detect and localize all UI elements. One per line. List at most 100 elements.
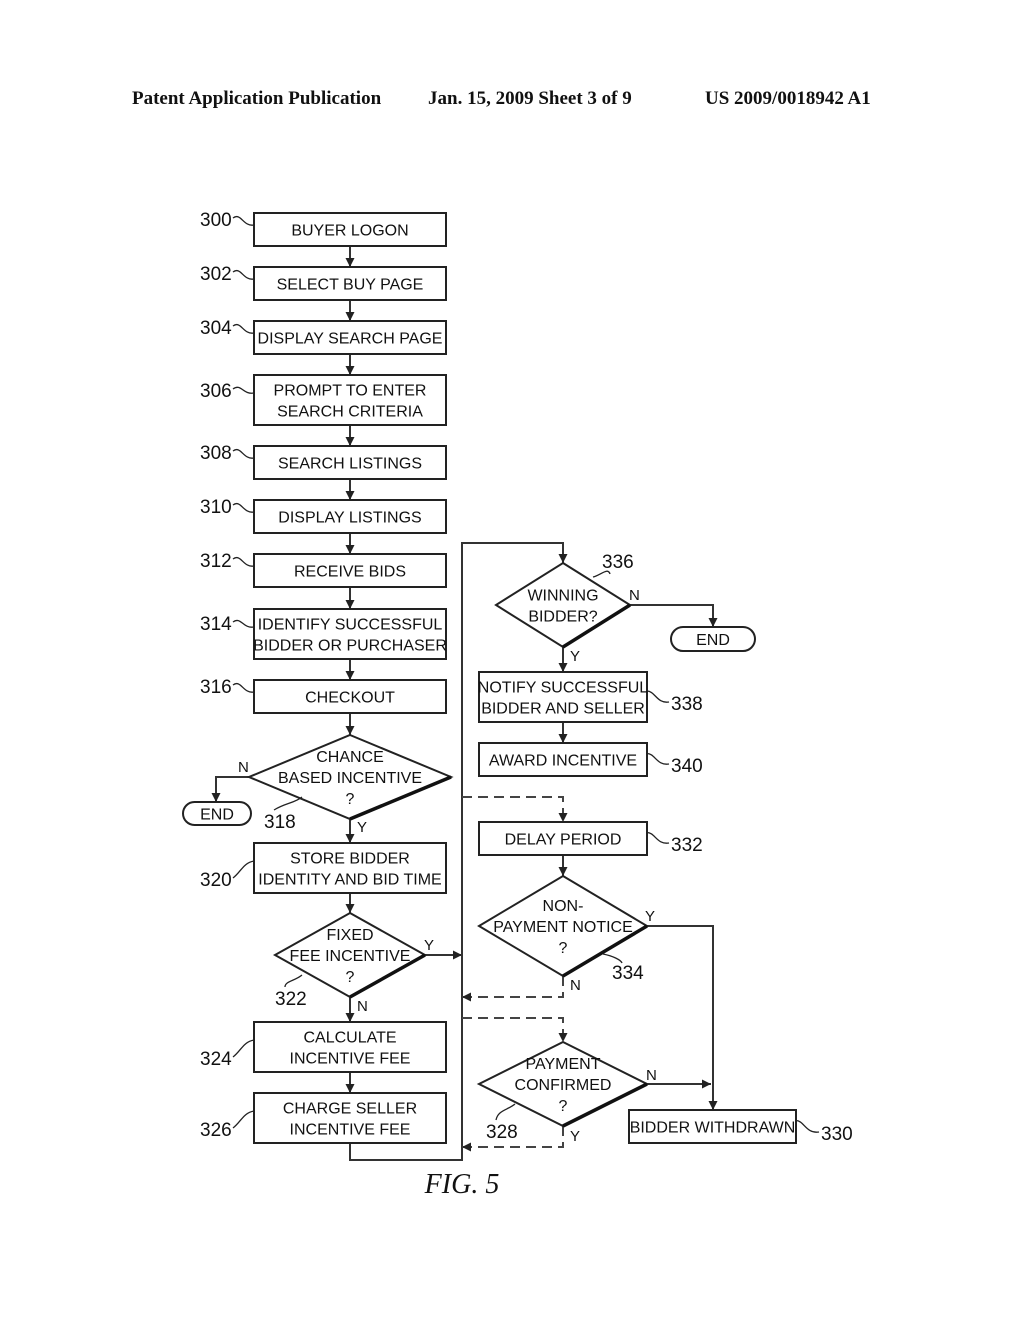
arrow-334-330 xyxy=(647,925,718,1110)
node-text: PROMPT TO ENTER xyxy=(274,383,427,400)
dashed-arrow-bus-332 xyxy=(462,796,568,822)
reference-numeral: 318 xyxy=(264,812,296,833)
node-text: IDENTIFY SUCCESSFUL xyxy=(258,617,443,634)
nodes: BUYER LOGON 300 SELECT BUY PAGE 302 DISPLAY … xyxy=(182,210,853,1145)
node-end-2: END xyxy=(670,626,756,652)
no-branch-label: N xyxy=(570,977,581,994)
node-300: BUYER LOGON 300 xyxy=(200,210,447,247)
leader-line xyxy=(232,557,255,567)
yes-branch-label: Y xyxy=(570,1128,580,1145)
node-text: BIDDER AND SELLER xyxy=(481,701,645,718)
leader-line xyxy=(602,953,623,964)
node-end-1: END xyxy=(182,801,252,826)
node-text: DISPLAY SEARCH PAGE xyxy=(258,331,443,348)
node-text: DELAY PERIOD xyxy=(505,832,622,849)
yes-branch-label: Y xyxy=(570,648,580,665)
reference-numeral: 322 xyxy=(275,989,307,1010)
yes-branch-label: Y xyxy=(645,908,655,925)
node-text: INCENTIVE FEE xyxy=(290,1051,411,1068)
reference-numeral: 334 xyxy=(612,963,644,984)
yes-branch-label: Y xyxy=(357,819,367,836)
leader-line xyxy=(232,386,255,394)
reference-numeral: 310 xyxy=(200,497,232,518)
node-text: BIDDER WITHDRAWN xyxy=(630,1120,796,1137)
leader-line xyxy=(232,324,255,334)
node-text: ? xyxy=(559,1098,568,1115)
node-314: IDENTIFY SUCCESSFUL BIDDER OR PURCHASER 31… xyxy=(200,608,447,660)
node-322: FIXED FEE INCENTIVE? 322 xyxy=(272,911,428,1010)
reference-numeral: 308 xyxy=(200,443,232,464)
leader-line xyxy=(495,1103,516,1121)
node-text: CONFIRMED xyxy=(515,1077,612,1094)
node-text: ? xyxy=(559,940,568,957)
node-334: NON- PAYMENT NOTICE? 334 xyxy=(477,874,649,984)
node-text: PAYMENT xyxy=(526,1056,601,1073)
node-338: NOTIFY SUCCESSFUL BIDDER AND SELLER 338 xyxy=(478,671,703,723)
node-text: END xyxy=(696,632,730,649)
reference-numeral: 324 xyxy=(200,1049,232,1070)
reference-numeral: 332 xyxy=(671,835,703,856)
node-text: CALCULATE xyxy=(303,1030,396,1047)
leader-line xyxy=(232,1039,255,1058)
node-text: ? xyxy=(346,969,355,986)
node-text: INCENTIVE FEE xyxy=(290,1122,411,1139)
leader-line xyxy=(232,216,255,226)
node-text: WINNING xyxy=(527,588,598,605)
arrow-336-end xyxy=(630,604,718,627)
no-branch-label: N xyxy=(646,1067,657,1084)
node-308: SEARCH LISTINGS 308 xyxy=(200,443,447,480)
leader-line xyxy=(232,270,255,280)
no-branch-label: N xyxy=(357,998,368,1015)
no-branch-label: N xyxy=(238,759,249,776)
reference-numeral: 306 xyxy=(200,381,232,402)
flowchart: BUYER LOGON 300 SELECT BUY PAGE 302 DISPLAY … xyxy=(182,210,853,1200)
reference-numeral: 304 xyxy=(200,318,232,339)
leader-line xyxy=(232,860,255,879)
reference-numeral: 316 xyxy=(200,677,232,698)
decision-diamond xyxy=(494,561,632,649)
node-text: CHECKOUT xyxy=(305,690,395,707)
reference-numeral: 302 xyxy=(200,264,232,285)
reference-numeral: 330 xyxy=(821,1124,853,1145)
node-text: AWARD INCENTIVE xyxy=(489,753,637,770)
node-text: CHARGE SELLER xyxy=(283,1101,417,1118)
leader-line xyxy=(232,449,255,459)
reference-numeral: 326 xyxy=(200,1120,232,1141)
dashed-arrow-bus-328 xyxy=(462,1017,568,1042)
reference-numeral: 336 xyxy=(602,552,634,573)
node-306: PROMPT TO ENTER SEARCH CRITERIA 306 xyxy=(200,374,447,426)
node-text: BUYER LOGON xyxy=(291,223,408,240)
node-text: FEE INCENTIVE xyxy=(290,948,411,965)
node-text: SEARCH CRITERIA xyxy=(277,404,423,421)
node-text: END xyxy=(200,807,234,824)
figure-label: FIG. 5 xyxy=(424,1169,500,1200)
reference-numeral: 328 xyxy=(486,1122,518,1143)
reference-numeral: 314 xyxy=(200,614,232,635)
no-branch-label: N xyxy=(629,587,640,604)
node-text: BASED INCENTIVE xyxy=(278,770,422,787)
reference-numeral: 312 xyxy=(200,551,232,572)
node-text: PAYMENT NOTICE xyxy=(493,919,633,936)
node-text: RECEIVE BIDS xyxy=(294,564,406,581)
leader-line xyxy=(646,752,670,765)
node-text: DISPLAY LISTINGS xyxy=(278,510,421,527)
node-text: CHANCE xyxy=(316,749,384,766)
leader-line xyxy=(232,619,255,628)
reference-numeral: 338 xyxy=(671,694,703,715)
node-text: ? xyxy=(346,791,355,808)
node-text: SELECT BUY PAGE xyxy=(277,277,424,294)
node-332: DELAY PERIOD 332 xyxy=(478,821,703,856)
node-318: CHANCE BASED INCENTIVE? 318 xyxy=(246,733,454,833)
node-316: CHECKOUT 316 xyxy=(200,677,447,714)
node-310: DISPLAY LISTINGS 310 xyxy=(200,497,447,534)
node-text: NON- xyxy=(543,898,584,915)
reference-numeral: 340 xyxy=(671,756,703,777)
node-text: IDENTITY AND BID TIME xyxy=(258,872,441,889)
leader-line xyxy=(273,796,303,811)
node-324: CALCULATE INCENTIVE FEE 324 xyxy=(200,1021,447,1073)
node-336: WINNING BIDDER? 336 xyxy=(494,552,634,649)
node-340: AWARD INCENTIVE 340 xyxy=(478,742,703,777)
leader-line xyxy=(232,503,255,513)
arrow-318-end xyxy=(211,776,249,802)
node-302: SELECT BUY PAGE 302 xyxy=(200,264,447,301)
